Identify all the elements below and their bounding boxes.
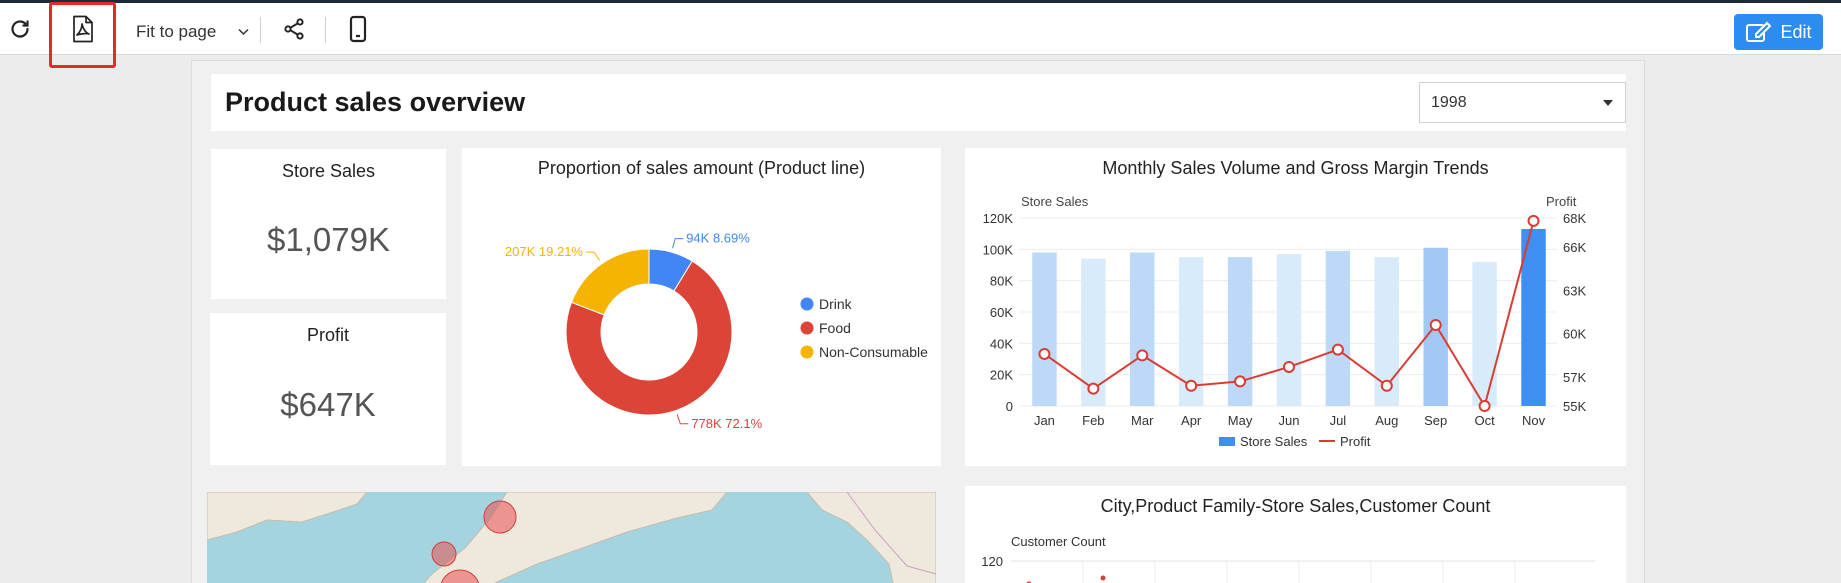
- caret-down-icon: [1603, 100, 1613, 106]
- x-tick-label: May: [1228, 413, 1253, 428]
- edit-button[interactable]: Edit: [1734, 14, 1823, 50]
- pdf-export-icon[interactable]: [65, 11, 101, 47]
- y-tick-label: 60K: [990, 305, 1013, 320]
- x-tick-label: Feb: [1082, 413, 1104, 428]
- pie-data-label: 207K 19.21%: [505, 244, 584, 259]
- share-icon[interactable]: [276, 11, 312, 47]
- kpi-value: $1,079K: [267, 221, 390, 258]
- kpi-title: Store Sales: [281, 161, 376, 181]
- map-city-marker: [431, 541, 457, 567]
- legend-marker: [800, 297, 814, 311]
- kpi-value: $647K: [280, 386, 376, 423]
- x-tick-label: Jul: [1330, 413, 1347, 428]
- kpi-title: Profit: [306, 325, 349, 345]
- x-tick-label: Oct: [1474, 413, 1495, 428]
- map-card[interactable]: [207, 492, 936, 583]
- map-land: [423, 492, 728, 583]
- profit-point: [1087, 382, 1100, 395]
- scatter-chart: Customer Count 120: [981, 534, 1595, 583]
- y-axis-title: Customer Count: [1011, 534, 1106, 549]
- y-tick-label: 20K: [990, 368, 1013, 383]
- mobile-icon[interactable]: [340, 11, 376, 47]
- title-bar: Product sales overview 1998: [211, 74, 1626, 131]
- legend-label: Profit: [1340, 434, 1371, 449]
- y-tick-label: 120K: [983, 211, 1014, 226]
- dashboard-canvas: Product sales overview 1998 Store Sales …: [191, 60, 1645, 583]
- y-tick-label: 100K: [983, 242, 1014, 257]
- scatter-chart-card: City,Product Family-Store Sales,Customer…: [965, 486, 1626, 583]
- map-city-marker: [483, 500, 517, 534]
- bar: [1472, 261, 1497, 406]
- year-select[interactable]: 1998: [1419, 82, 1626, 123]
- pie-data-label: 778K 72.1%: [691, 416, 762, 431]
- y2-tick-label: 60K: [1563, 327, 1586, 342]
- profit-point: [1038, 347, 1051, 360]
- legend-label: Food: [819, 320, 851, 336]
- y-tick-label: 0: [1006, 399, 1013, 414]
- y2-tick-label: 55K: [1563, 399, 1586, 414]
- profit-point: [1136, 349, 1149, 362]
- profit-point: [1429, 319, 1442, 332]
- edit-icon: [1746, 21, 1772, 42]
- pie-chart-card: Proportion of sales amount (Product line…: [462, 148, 941, 466]
- y2-tick-label: 63K: [1563, 283, 1586, 298]
- x-tick-label: Jan: [1034, 413, 1055, 428]
- bar: [1325, 250, 1351, 406]
- map-land: [207, 492, 368, 541]
- combo-chart: Store Sales Profit 0 20K 40K 60K 80K 100K 120K 55…: [983, 194, 1587, 449]
- map: [207, 492, 936, 583]
- profit-point: [1234, 375, 1247, 388]
- pie-slice: [570, 248, 650, 316]
- year-select-value: 1998: [1431, 94, 1467, 111]
- map-land: [806, 492, 936, 583]
- legend-label: Store Sales: [1240, 434, 1308, 449]
- kpi-profit: Profit $647K: [210, 313, 446, 465]
- legend-marker: [1219, 437, 1235, 446]
- x-tick-label: Jun: [1278, 413, 1299, 428]
- combo-chart-card: Monthly Sales Volume and Gross Margin Tr…: [965, 148, 1626, 466]
- x-tick-label: Mar: [1131, 413, 1154, 428]
- pie-label-leader: [586, 251, 601, 261]
- legend-label: Non-Consumable: [819, 344, 928, 360]
- refresh-icon[interactable]: [2, 11, 38, 47]
- pie-data-label: 94K 8.69%: [686, 231, 750, 246]
- kpi-store-sales: Store Sales $1,079K: [211, 149, 446, 299]
- edit-label: Edit: [1780, 21, 1812, 42]
- x-tick-label: Aug: [1375, 413, 1398, 428]
- legend-marker: [800, 345, 814, 359]
- profit-point: [1331, 343, 1344, 356]
- fit-to-page-label: Fit to page: [136, 22, 217, 41]
- y2-tick-label: 68K: [1563, 211, 1586, 226]
- page-title: Product sales overview: [225, 87, 526, 117]
- x-tick-label: Sep: [1424, 413, 1447, 428]
- profit-point: [1527, 214, 1540, 227]
- bar: [1032, 252, 1057, 406]
- x-tick-label: Apr: [1181, 413, 1202, 428]
- bar: [1276, 254, 1302, 406]
- profit-point: [1282, 360, 1295, 373]
- pie-label-leader: [676, 414, 689, 425]
- scatter-point: [1100, 575, 1106, 581]
- bar: [1130, 252, 1155, 406]
- profit-point: [1380, 379, 1393, 392]
- pie-label-leader: [672, 238, 684, 249]
- pie-chart: 94K 8.69% 778K 72.1% 207K 19.21% Drink Food N…: [505, 231, 928, 431]
- fit-to-page-dropdown[interactable]: Fit to page: [136, 19, 249, 45]
- y2-tick-label: 66K: [1563, 240, 1586, 255]
- legend-marker: [800, 321, 814, 335]
- y-tick-label: 40K: [990, 336, 1013, 351]
- toolbar-divider: [325, 17, 326, 43]
- profit-point: [1478, 400, 1491, 412]
- y-axis-title: Store Sales: [1021, 194, 1089, 209]
- x-tick-label: Nov: [1522, 413, 1546, 428]
- toolbar-divider: [260, 17, 261, 43]
- profit-point: [1185, 379, 1198, 392]
- legend-label: Drink: [819, 296, 853, 312]
- toolbar: Fit to page Edit: [0, 3, 1841, 55]
- y-tick-label: 80K: [990, 274, 1013, 289]
- chevron-down-icon: [238, 28, 249, 36]
- y2-axis-title: Profit: [1546, 194, 1577, 209]
- y-tick-label: 120: [981, 554, 1003, 569]
- y2-tick-label: 57K: [1563, 370, 1586, 385]
